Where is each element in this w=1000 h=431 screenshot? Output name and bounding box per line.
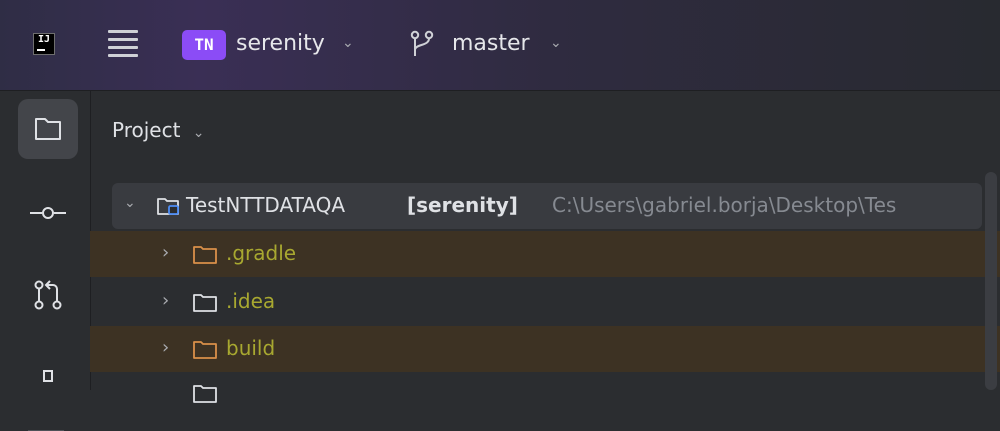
expand-chevron-icon[interactable]: ⌄ [124, 195, 136, 211]
project-badge[interactable]: TN [182, 30, 226, 60]
folder-icon [193, 385, 217, 403]
tool-window-strip [0, 91, 91, 431]
tree-row-build[interactable]: › build [90, 326, 1000, 372]
tree-item-label: build [226, 336, 276, 360]
root-module: [serenity] [407, 193, 518, 217]
branch-chevron-down-icon[interactable]: ⌄ [550, 35, 562, 51]
main-menu-icon[interactable] [108, 30, 138, 58]
module-folder-icon [157, 198, 179, 215]
panel-title-text: Project [112, 118, 181, 142]
intellij-logo-icon[interactable]: IJ [33, 33, 55, 55]
tree-row-gradle[interactable]: › .gradle [90, 231, 1000, 277]
tree-item-label: .idea [226, 289, 276, 313]
expand-chevron-right-icon[interactable]: › [162, 290, 169, 311]
panel-title-chevron-icon: ⌄ [192, 125, 205, 141]
structure-icon [43, 370, 53, 382]
title-bar: IJ TN serenity ⌄ master ⌄ [0, 0, 1000, 91]
commit-icon [30, 207, 66, 219]
project-chevron-down-icon[interactable]: ⌄ [342, 35, 354, 51]
expand-chevron-right-icon[interactable]: › [162, 242, 169, 263]
root-path: C:\Users\gabriel.borja\Desktop\Tes [552, 193, 897, 217]
expand-chevron-right-icon[interactable]: › [162, 337, 169, 358]
project-name[interactable]: serenity [236, 31, 325, 56]
project-panel-title[interactable]: Project ⌄ [112, 118, 205, 142]
tree-row-root[interactable]: ⌄ TestNTTDATAQA [serenity] C:\Users\gabr… [112, 183, 982, 229]
commit-tool-button[interactable] [18, 183, 78, 243]
root-name: TestNTTDATAQA [186, 193, 346, 217]
git-branch-icon[interactable] [410, 30, 434, 58]
folder-icon [193, 294, 217, 312]
tree-row-idea[interactable]: › .idea [90, 279, 1000, 325]
tree-row-partial[interactable] [90, 374, 1000, 403]
folder-icon [35, 118, 61, 140]
logo-text: IJ [37, 34, 51, 45]
vertical-scrollbar[interactable] [985, 172, 997, 390]
structure-tool-button[interactable] [18, 353, 78, 413]
folder-icon [193, 341, 217, 359]
pull-request-icon [34, 280, 62, 310]
folder-icon [193, 246, 217, 264]
pull-requests-tool-button[interactable] [18, 265, 78, 325]
tree-item-label: .gradle [226, 241, 297, 265]
branch-name[interactable]: master [452, 31, 530, 56]
project-tool-button[interactable] [18, 99, 78, 159]
